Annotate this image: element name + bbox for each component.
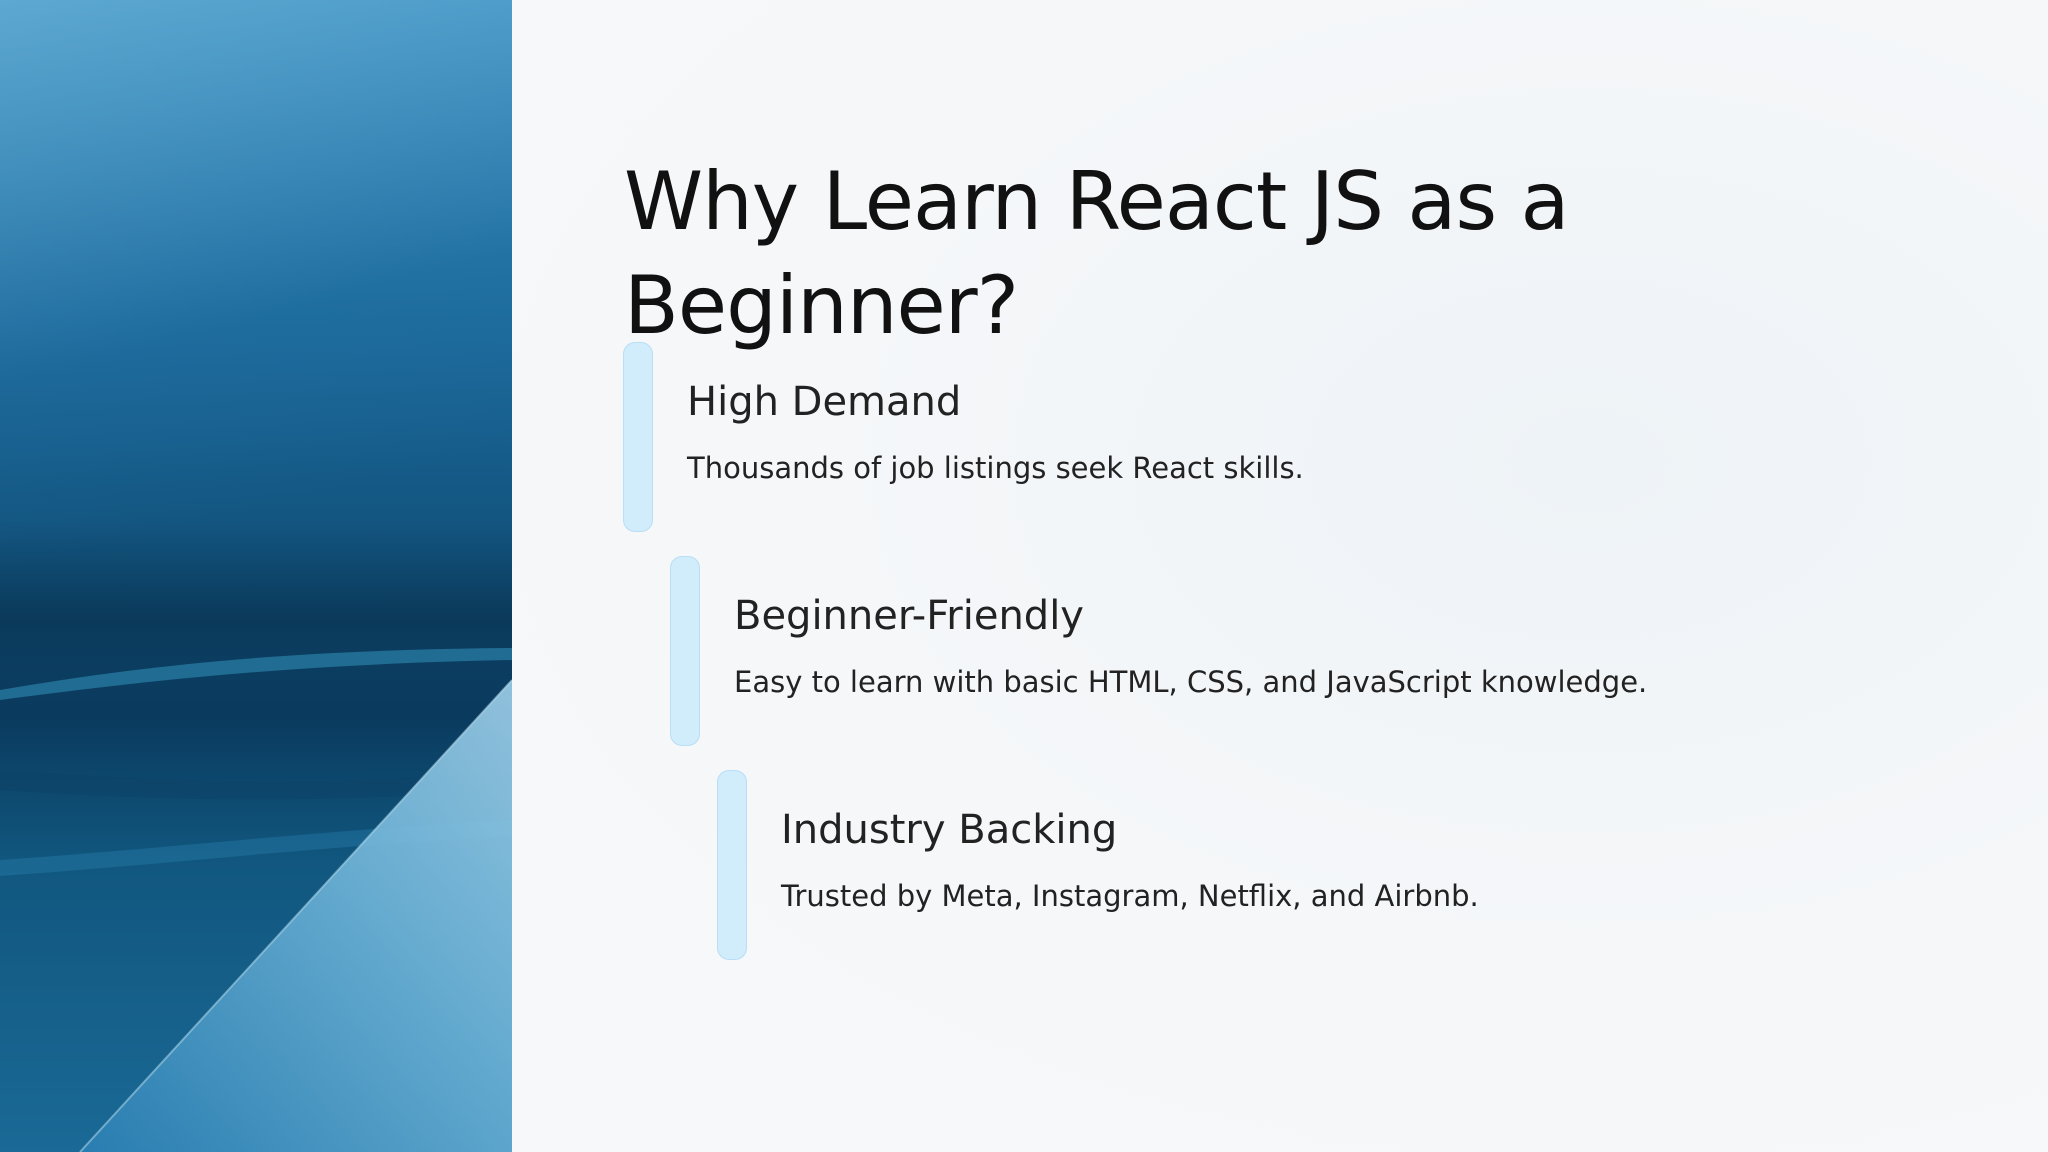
item-heading: Beginner-Friendly <box>734 593 1084 639</box>
item-heading: Industry Backing <box>781 807 1118 853</box>
item-heading: High Demand <box>687 379 962 425</box>
accent-bar <box>717 770 747 960</box>
abstract-wave-graphic <box>0 520 512 1152</box>
item-description: Thousands of job listings seek React ski… <box>687 451 1304 485</box>
item-description: Trusted by Meta, Instagram, Netflix, and… <box>781 879 1479 913</box>
accent-bar <box>670 556 700 746</box>
slide-title: Why Learn React JS as a Beginner? <box>624 155 1570 352</box>
decorative-side-image <box>0 0 512 1152</box>
item-description: Easy to learn with basic HTML, CSS, and … <box>734 665 1648 699</box>
accent-bar <box>623 342 653 532</box>
